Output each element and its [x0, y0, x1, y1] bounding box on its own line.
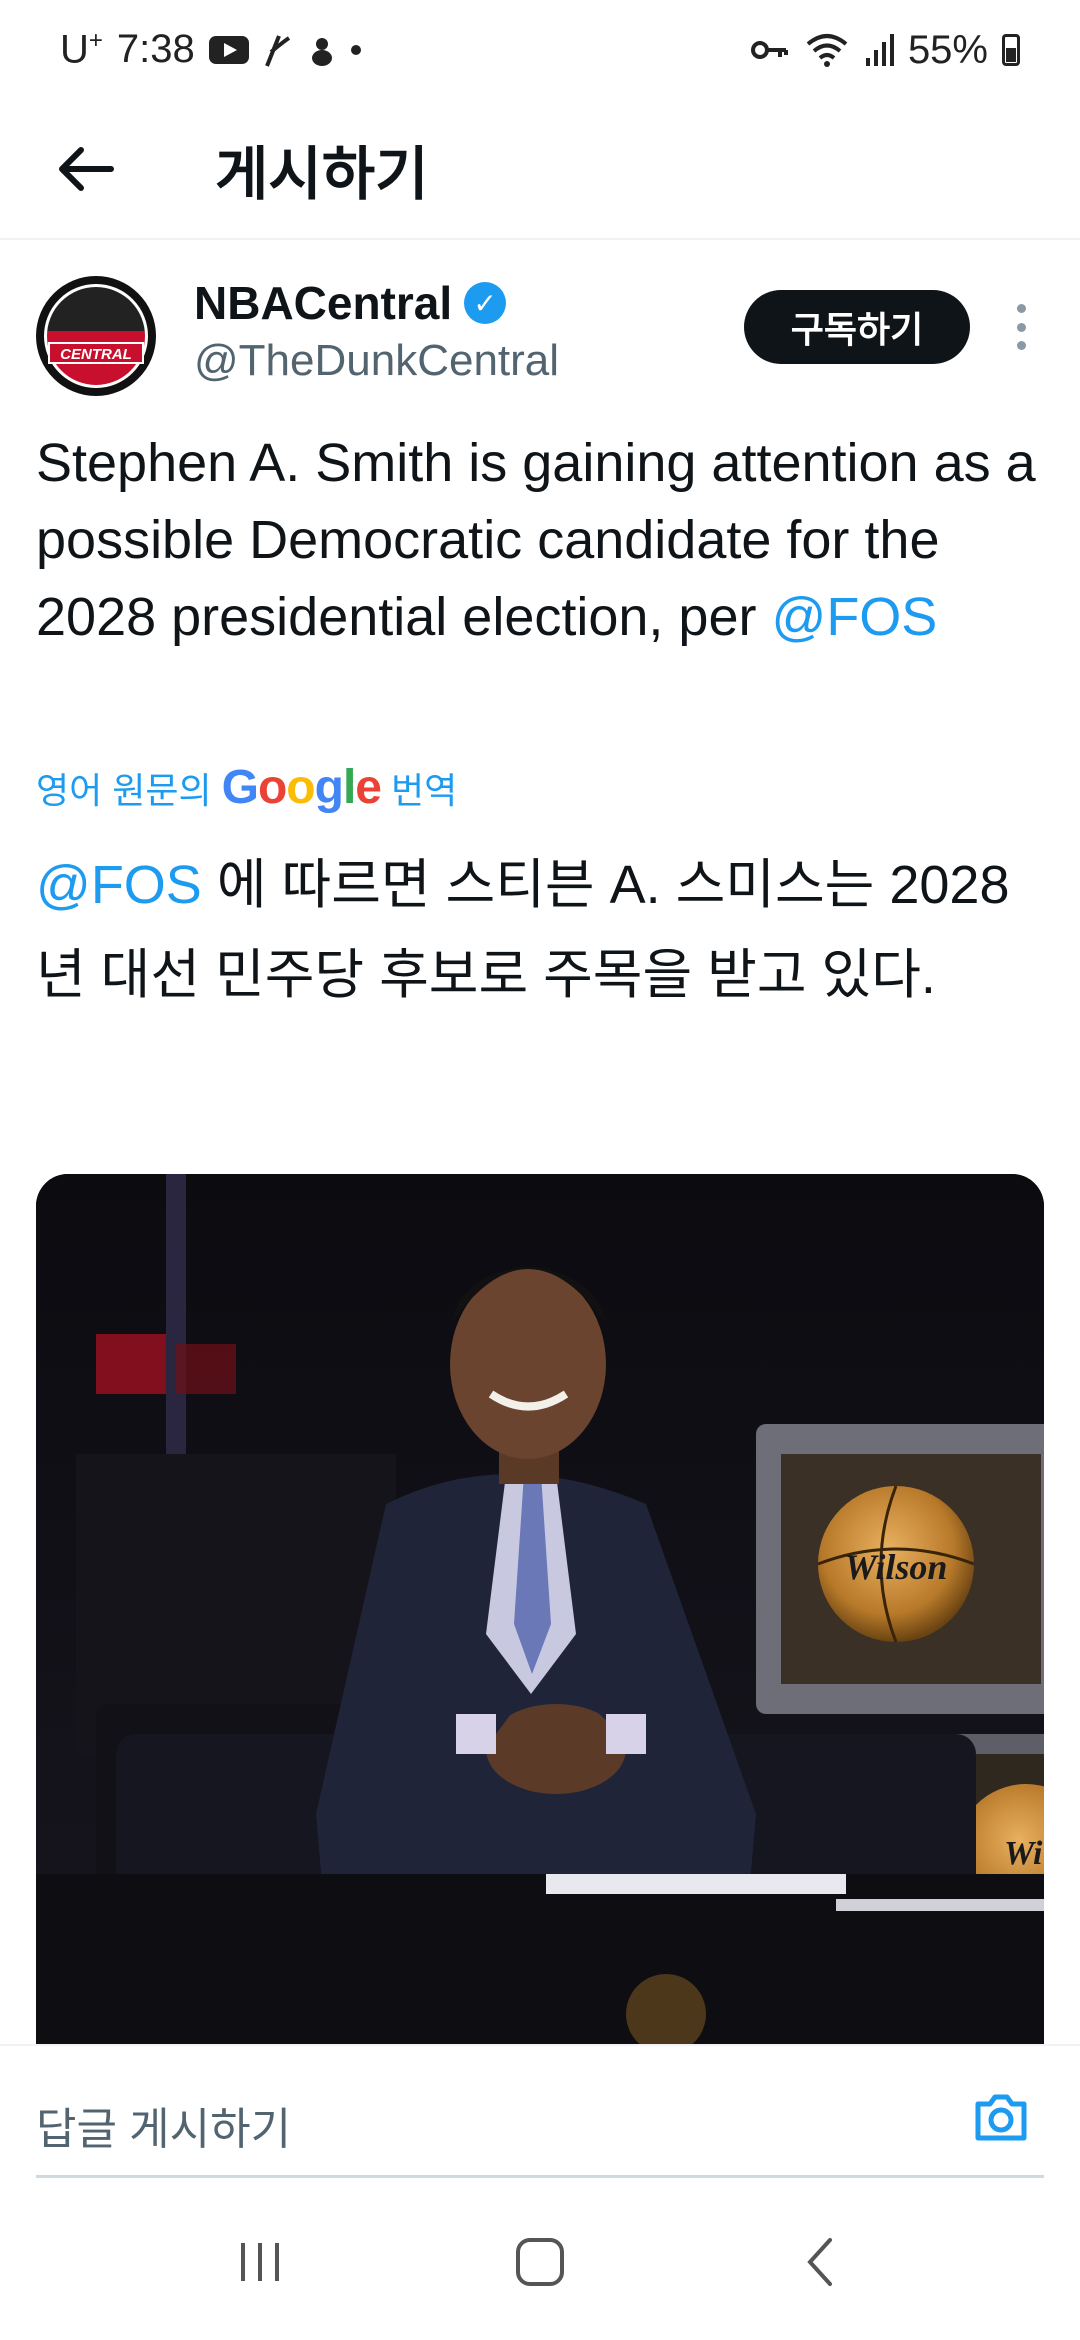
post-author-row: CENTRAL NBACentral ✓ @TheDunkCentral 구독하… [36, 272, 1044, 402]
clock: 7:38 [116, 27, 195, 72]
more-options-icon[interactable] [1006, 292, 1036, 362]
reply-bar: 답글 게시하기 [0, 2044, 1080, 2184]
google-logo: Google [221, 761, 382, 814]
author-handle[interactable]: @TheDunkCentral [194, 336, 559, 386]
dot-icon [350, 44, 361, 55]
avatar-logo-text: CENTRAL [48, 342, 144, 364]
signal-icon [865, 34, 894, 66]
translated-mention-link[interactable]: @FOS [36, 855, 202, 915]
avatar[interactable]: CENTRAL [36, 276, 156, 396]
ball-label: Wilson [845, 1547, 948, 1587]
system-back-button[interactable] [770, 2212, 870, 2312]
ball-label-2: Wi [1004, 1835, 1043, 1872]
page-title: 게시하기 [215, 142, 429, 207]
status-bar: U+ 7:38 55% [0, 0, 1080, 100]
translated-text: @FOS 에 따르면 스티븐 A. 스미스는 2028년 대선 민주당 후보로 … [36, 840, 1046, 1020]
home-button[interactable] [490, 2212, 590, 2312]
recent-apps-button[interactable] [210, 2212, 310, 2312]
arrow-left-icon [59, 147, 114, 191]
key-icon [750, 41, 788, 59]
avatar-logo [44, 284, 148, 388]
battery-percent: 55% [907, 27, 988, 72]
top-app-bar: 게시하기 [0, 100, 1080, 240]
system-nav-bar [0, 2184, 1080, 2340]
back-button[interactable] [0, 99, 170, 239]
translate-prefix: 영어 원문의 [36, 769, 212, 811]
home-icon [516, 2238, 564, 2286]
youtube-icon [208, 35, 249, 64]
verified-badge-icon: ✓ [464, 282, 507, 324]
post-image-illustration: Wilson Wi [36, 1174, 1044, 2044]
chevron-left-icon [807, 2238, 832, 2286]
translate-suffix: 번역 [390, 769, 458, 811]
bird-icon [311, 37, 332, 66]
swoosh-icon [264, 35, 290, 67]
battery-icon [1002, 34, 1020, 66]
carrier-label: U+ [60, 27, 103, 72]
camera-icon[interactable] [972, 2088, 1030, 2146]
subscribe-button[interactable]: 구독하기 [744, 290, 970, 364]
mention-link[interactable]: @FOS [772, 587, 938, 647]
post-image[interactable]: Wilson Wi [36, 1174, 1044, 2044]
wifi-icon [806, 34, 848, 67]
reply-input[interactable]: 답글 게시하기 [36, 2074, 1044, 2178]
post-text: Stephen A. Smith is gaining attention as… [36, 425, 1046, 656]
recent-apps-icon [241, 2243, 279, 2281]
author-display-name[interactable]: NBACentral [194, 276, 452, 330]
translation-attribution[interactable]: 영어 원문의 Google 번역 [36, 760, 457, 815]
